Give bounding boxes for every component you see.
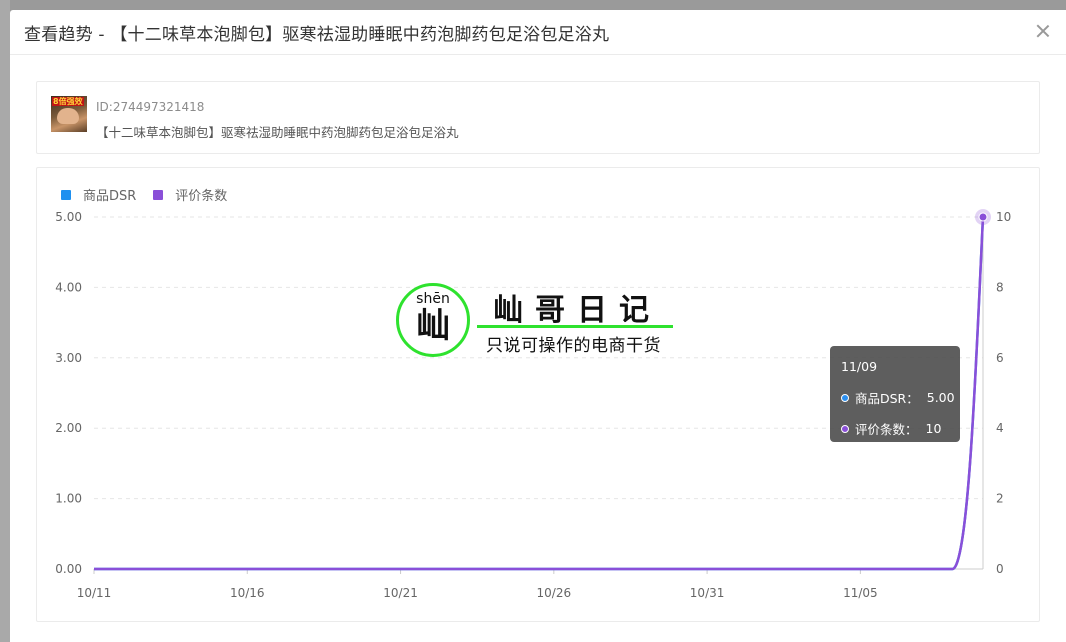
x-tick-label: 10/11 [77,586,112,600]
tooltip-dot-reviews [841,424,849,433]
product-card: 8倍强效 ID:274497321418 【十二味草本泡脚包】驱寒祛湿助睡眠中药… [36,81,1040,154]
watermark-char: 屾 [416,306,450,346]
legend-swatch-reviews [153,189,164,200]
product-id: ID:274497321418 [96,100,205,114]
x-tick-label: 10/21 [383,586,418,600]
y-left-tick-label: 2.00 [55,421,82,435]
y-left-tick-label: 1.00 [55,492,82,506]
x-tick-label: 10/26 [537,586,572,600]
y-right-tick-label: 0 [996,562,1004,576]
y-left-tick-label: 5.00 [55,210,82,224]
x-tick-label: 10/16 [230,586,265,600]
tooltip-value-reviews: 10 [925,421,942,436]
thumbnail-foot-image [57,108,79,124]
thumbnail-badge: 8倍强效 [52,97,84,106]
y-right-tick-label: 2 [996,492,1004,506]
highlight-point [978,212,988,222]
background-page [0,0,10,642]
trend-chart-card: 0.00 1.00 2.00 3.00 4.00 5.00 0 2 4 6 8 10 10/11 10/1… [36,167,1040,622]
watermark-title: 屾哥日记 [493,293,661,328]
legend-item-dsr[interactable]: 商品DSR [61,185,136,204]
trend-modal: 查看趋势 - 【十二味草本泡脚包】驱寒祛湿助睡眠中药泡脚药包足浴包足浴丸 8倍强… [10,10,1066,642]
tooltip-label-reviews: 评价条数： [855,422,918,437]
x-tick-label: 10/31 [690,586,725,600]
watermark: shēn 屾 屾哥日记 只说可操作的电商干货 [396,283,676,363]
y-left-tick-label: 4.00 [55,280,82,294]
tooltip-date: 11/09 [841,359,878,374]
y-left-tick-label: 0.00 [55,562,82,576]
tooltip-value-dsr: 5.00 [926,390,955,405]
tooltip-label-dsr: 商品DSR： [855,391,919,406]
tooltip-dot-dsr [841,393,849,402]
watermark-logo: shēn 屾 [396,283,470,357]
product-name: 【十二味草本泡脚包】驱寒祛湿助睡眠中药泡脚药包足浴包足浴丸 [96,125,459,140]
legend-label-dsr: 商品DSR [83,189,137,204]
modal-title: 查看趋势 - 【十二味草本泡脚包】驱寒祛湿助睡眠中药泡脚药包足浴包足浴丸 [24,24,610,45]
y-left-tick-label: 3.00 [55,351,82,365]
legend-label-reviews: 评价条数 [175,189,228,204]
y-right-tick-label: 4 [996,421,1004,435]
watermark-pinyin: shēn [416,291,450,307]
watermark-underline [477,325,673,328]
modal-header: 查看趋势 - 【十二味草本泡脚包】驱寒祛湿助睡眠中药泡脚药包足浴包足浴丸 [10,10,1066,55]
legend-swatch-dsr [61,189,71,200]
watermark-subtitle: 只说可操作的电商干货 [486,336,661,356]
y-right-tick-label: 10 [996,210,1011,224]
product-thumbnail: 8倍强效 [51,96,87,132]
legend-item-reviews[interactable]: 评价条数 [153,185,227,204]
x-tick-label: 11/05 [843,586,878,600]
y-right-tick-label: 8 [996,280,1004,294]
close-icon[interactable] [1034,22,1052,40]
chart-tooltip: 11/09 商品DSR： 5.00 评价条数： 10 [830,346,960,442]
tooltip-row-dsr: 商品DSR： 5.00 [841,388,960,407]
chart-legend: 商品DSR 评价条数 [61,185,244,204]
y-right-tick-label: 6 [996,351,1004,365]
tooltip-row-reviews: 评价条数： 10 [841,419,960,438]
